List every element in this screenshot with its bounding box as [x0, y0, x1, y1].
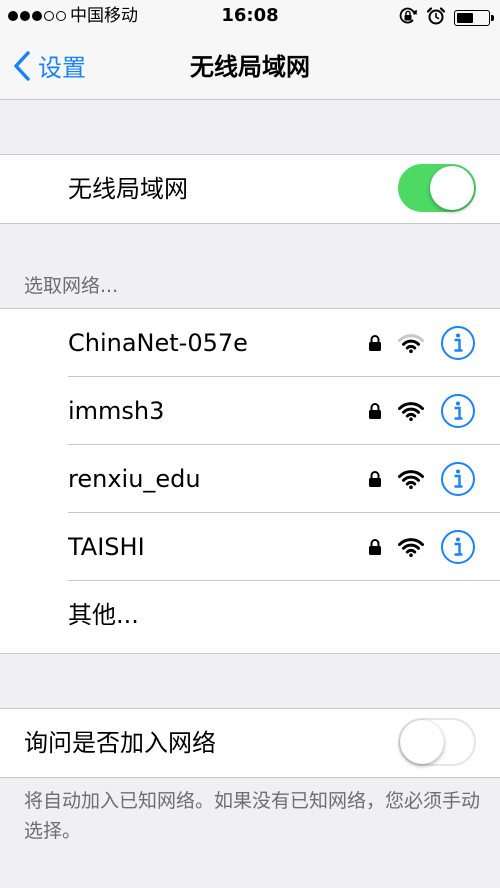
other-network-label: 其他...: [68, 601, 139, 629]
info-icon[interactable]: [440, 325, 476, 365]
lock-icon: [368, 538, 382, 560]
network-row-renxiu-edu[interactable]: renxiu_edu: [0, 445, 500, 513]
wifi-toggle-switch[interactable]: [398, 164, 476, 212]
network-name: renxiu_edu: [68, 465, 201, 493]
alarm-icon: [426, 6, 446, 30]
network-name: TAISHI: [68, 533, 145, 561]
choose-network-header: 选取网络...: [24, 275, 119, 297]
network-name: ChinaNet-057e: [68, 329, 248, 357]
wifi-toggle-group: 无线局域网: [0, 154, 500, 224]
page-title: 无线局域网: [190, 53, 310, 81]
wifi-signal-icon: [398, 401, 424, 425]
network-list: ChinaNet-057e immsh3 renxiu_edu TAISHI 其…: [0, 308, 500, 654]
info-icon[interactable]: [440, 461, 476, 501]
lock-icon: [368, 470, 382, 492]
ask-to-join-row: 询问是否加入网络: [0, 709, 500, 777]
network-row-taishi[interactable]: TAISHI: [0, 513, 500, 581]
battery-icon: [454, 10, 494, 26]
navigation-bar: 设置 无线局域网: [0, 34, 500, 100]
network-row-chinanet-057e[interactable]: ChinaNet-057e: [0, 309, 500, 377]
lock-icon: [368, 334, 382, 356]
toggle-knob: [400, 720, 444, 764]
lock-icon: [368, 402, 382, 424]
wifi-signal-icon: [398, 537, 424, 561]
wifi-signal-icon: [398, 469, 424, 493]
other-network-row[interactable]: 其他...: [0, 581, 500, 649]
wifi-signal-icon: [398, 333, 424, 357]
network-name: immsh3: [68, 397, 165, 425]
info-icon[interactable]: [440, 393, 476, 433]
wifi-toggle-label: 无线局域网: [68, 175, 188, 203]
wifi-toggle-row: 无线局域网: [0, 155, 500, 223]
toggle-knob: [430, 166, 474, 210]
ask-to-join-switch[interactable]: [398, 718, 476, 766]
info-icon[interactable]: [440, 529, 476, 569]
ask-to-join-footer: 将自动加入已知网络。如果没有已知网络，您必须手动选择。: [24, 790, 481, 842]
ask-to-join-label: 询问是否加入网络: [24, 729, 216, 757]
ask-to-join-group: 询问是否加入网络: [0, 708, 500, 778]
status-bar: 中国移动 16:08: [0, 0, 500, 34]
network-row-immsh3[interactable]: immsh3: [0, 377, 500, 445]
rotation-lock-icon: [398, 6, 418, 30]
